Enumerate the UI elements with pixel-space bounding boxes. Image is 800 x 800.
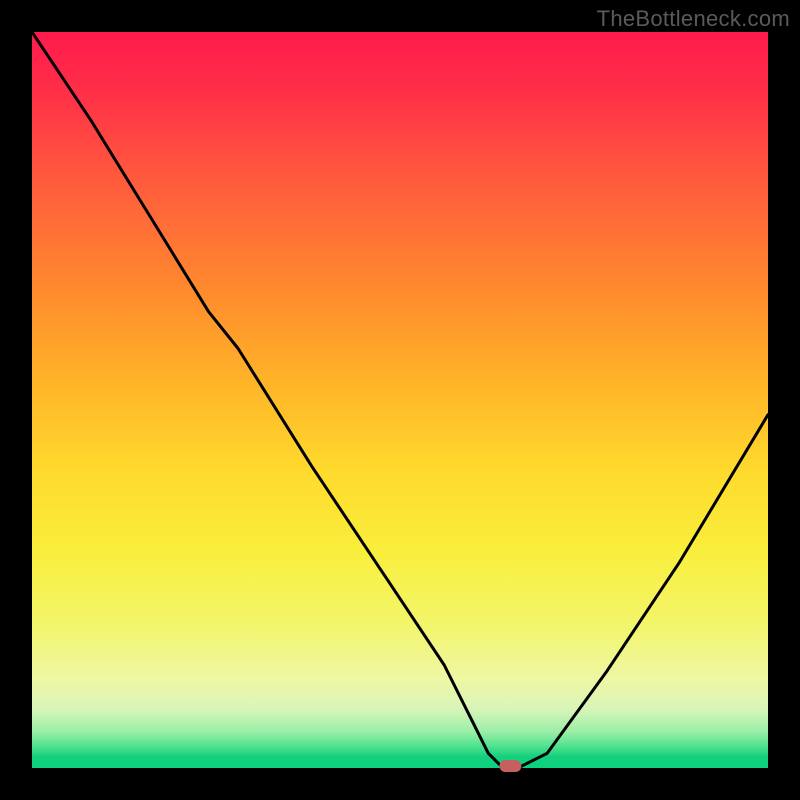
minimum-marker bbox=[499, 760, 521, 772]
curve-svg bbox=[32, 32, 768, 768]
watermark-text: TheBottleneck.com bbox=[597, 6, 790, 32]
chart-container: TheBottleneck.com bbox=[0, 0, 800, 800]
plot-area bbox=[32, 32, 768, 768]
bottleneck-curve-path bbox=[32, 32, 768, 768]
